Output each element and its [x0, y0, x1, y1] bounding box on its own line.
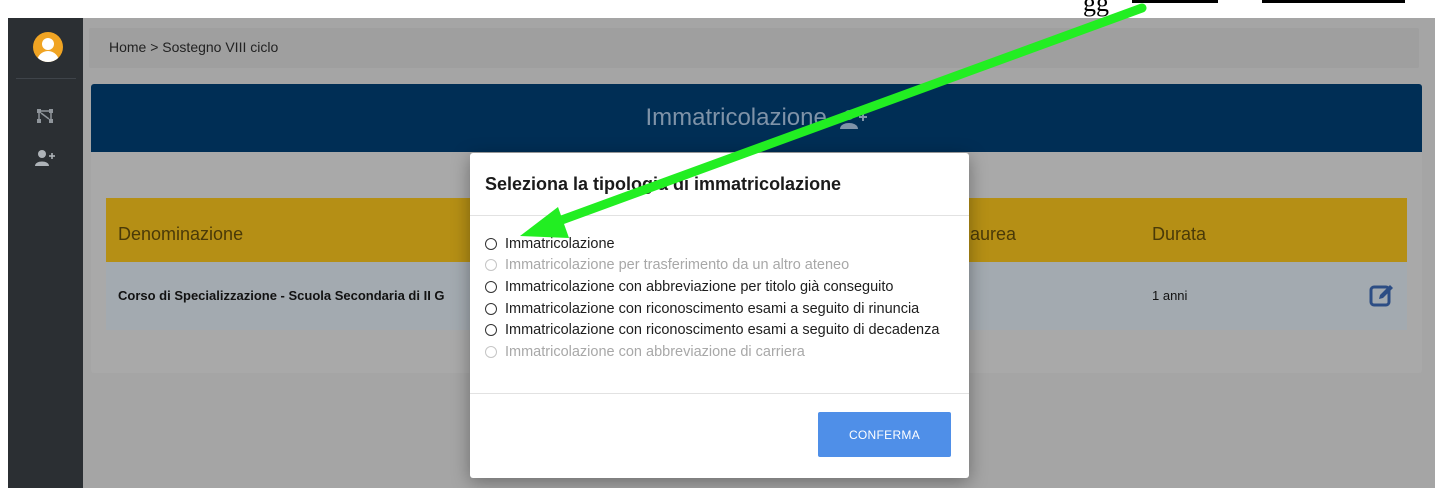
option-label: Immatricolazione per trasferimento da un…	[505, 257, 850, 274]
option-label: Immatricolazione con riconoscimento esam…	[505, 300, 920, 317]
top-strip: gg	[0, 0, 1435, 18]
option-label: Immatricolazione con abbreviazione di ca…	[505, 343, 805, 360]
confirm-button[interactable]: CONFERMA	[818, 412, 951, 457]
network-nodes-icon[interactable]	[34, 106, 56, 126]
card-title: Immatricolazione	[91, 104, 1422, 132]
radio-button[interactable]	[485, 302, 497, 315]
top-strip-field-1	[1132, 0, 1218, 3]
option-label: Immatricolazione con abbreviazione per t…	[505, 278, 894, 295]
breadcrumb-text[interactable]: Home > Sostegno VIII ciclo	[109, 39, 278, 55]
sidebar	[8, 18, 83, 488]
column-header-durata: Durata	[1152, 224, 1207, 244]
option-abbreviazione-carriera: Immatricolazione con abbreviazione di ca…	[485, 341, 939, 363]
option-label: Immatricolazione con riconoscimento esam…	[505, 322, 940, 339]
enrollment-type-modal: Seleziona la tipologia di immatricolazio…	[470, 153, 969, 478]
radio-button[interactable]	[485, 280, 497, 293]
option-label: Immatricolazione	[505, 235, 615, 252]
column-header-laurea: aurea	[970, 224, 1017, 244]
cell-denominazione: Corso di Specializzazione - Scuola Secon…	[118, 288, 445, 303]
user-plus-icon[interactable]	[34, 148, 56, 168]
option-abbreviazione-titolo[interactable]: Immatricolazione con abbreviazione per t…	[485, 276, 939, 298]
top-strip-field-2	[1262, 0, 1405, 3]
card-header: Immatricolazione	[91, 84, 1422, 152]
radio-button	[485, 345, 497, 358]
modal-divider	[470, 393, 969, 394]
modal-divider	[470, 215, 969, 216]
column-header-denominazione: Denominazione	[118, 224, 244, 244]
option-trasferimento: Immatricolazione per trasferimento da un…	[485, 255, 939, 277]
user-avatar-icon[interactable]	[33, 32, 63, 62]
top-strip-text: gg	[1083, 0, 1109, 17]
user-plus-icon	[839, 109, 867, 129]
radio-button[interactable]	[485, 237, 497, 250]
option-riconoscimento-decadenza[interactable]: Immatricolazione con riconoscimento esam…	[485, 319, 939, 341]
radio-button[interactable]	[485, 324, 497, 337]
enrollment-options: Immatricolazione Immatricolazione per tr…	[485, 233, 939, 363]
breadcrumb: Home > Sostegno VIII ciclo	[89, 28, 1419, 68]
radio-button	[485, 259, 497, 272]
option-riconoscimento-rinuncia[interactable]: Immatricolazione con riconoscimento esam…	[485, 298, 939, 320]
option-immatricolazione[interactable]: Immatricolazione	[485, 233, 939, 255]
cell-durata: 1 anni	[1152, 288, 1188, 303]
card-title-text: Immatricolazione	[645, 104, 827, 131]
modal-title: Seleziona la tipologia di immatricolazio…	[485, 174, 842, 194]
sidebar-divider	[16, 78, 76, 79]
edit-pencil-icon[interactable]	[1369, 282, 1395, 308]
